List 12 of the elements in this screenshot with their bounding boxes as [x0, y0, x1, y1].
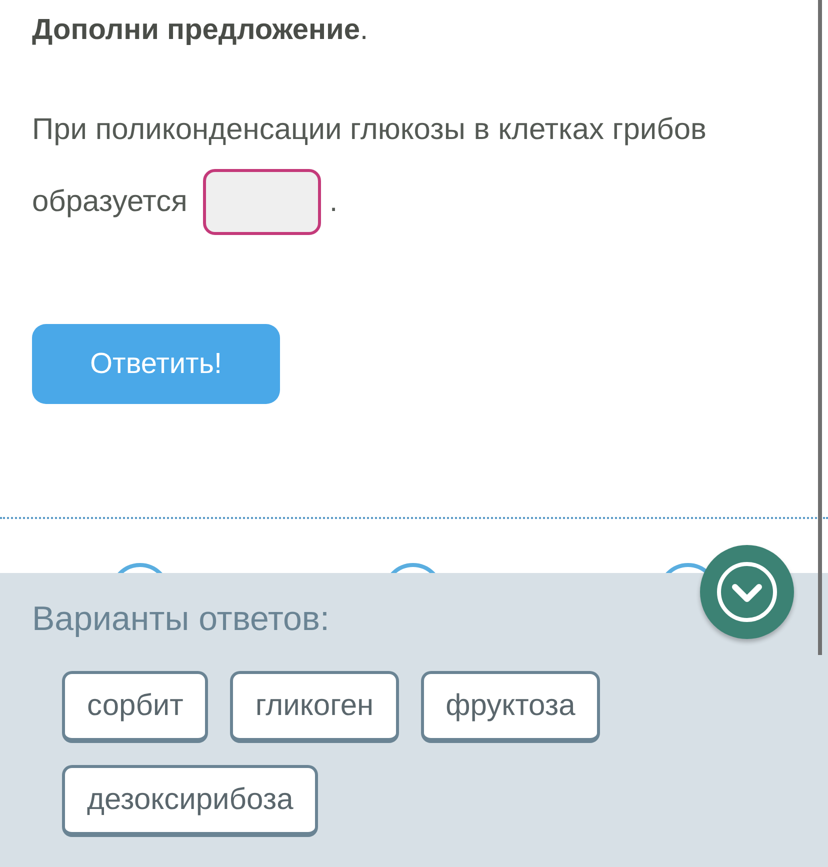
answer-option[interactable]: сорбит — [62, 671, 208, 743]
instruction-text: Дополни предложение. — [32, 13, 370, 48]
sentence-text: При поликонденсации глюкозы в клетках грибов — [32, 113, 706, 146]
answer-option[interactable]: гликоген — [230, 671, 399, 743]
answer-option[interactable]: дезоксирибоза — [62, 765, 318, 837]
sentence-text: образуется — [32, 184, 188, 220]
answer-field[interactable] — [203, 169, 322, 235]
sentence-ending: . — [329, 184, 338, 220]
chevron-down-icon — [716, 561, 778, 623]
answer-option[interactable]: фруктоза — [420, 671, 600, 743]
scroll-down-button[interactable] — [700, 545, 794, 639]
options-title: Варианты ответов: — [32, 599, 330, 640]
